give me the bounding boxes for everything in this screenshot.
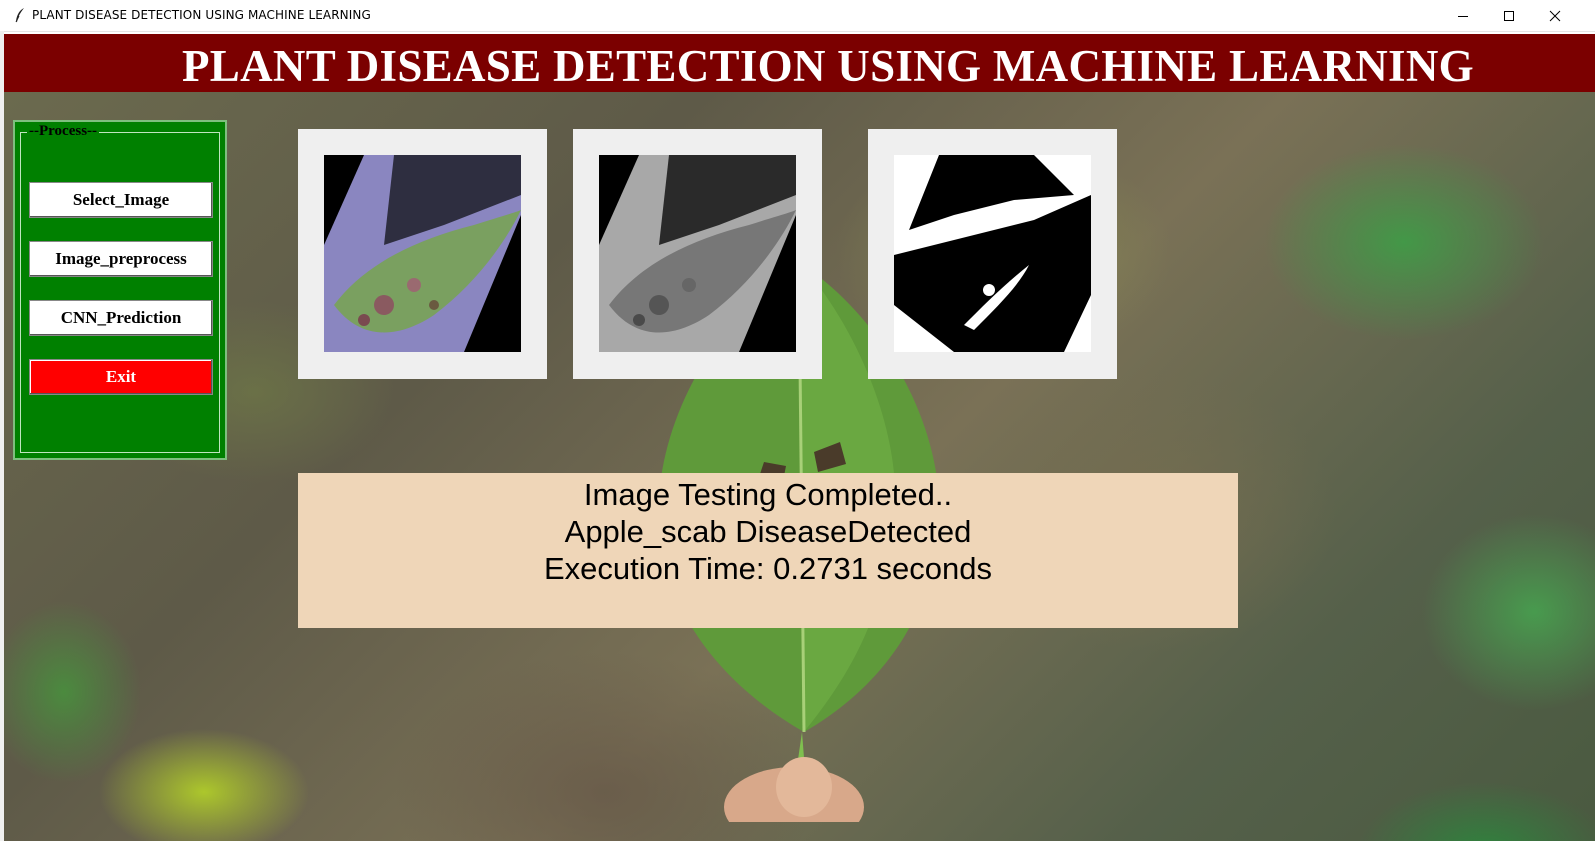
process-legend: --Process--	[27, 123, 100, 140]
result-time-text: Execution Time: 0.2731 seconds	[543, 551, 993, 586]
header-banner: PLANT DISEASE DETECTION USING MACHINE LE…	[4, 33, 1595, 92]
maximize-button[interactable]	[1486, 0, 1532, 31]
grayscale-leaf-image	[599, 155, 796, 352]
result-panel: Image Testing Completed.. Apple_scab Dis…	[298, 473, 1238, 628]
minimize-button[interactable]	[1440, 0, 1486, 31]
original-leaf-image	[324, 155, 521, 352]
window-titlebar: PLANT DISEASE DETECTION USING MACHINE LE…	[0, 0, 1595, 32]
feather-icon	[15, 8, 24, 23]
binary-image-frame	[868, 129, 1117, 379]
minimize-icon	[1458, 15, 1468, 17]
banner-title: PLANT DISEASE DETECTION USING MACHINE LE…	[182, 41, 1474, 91]
process-groove	[20, 132, 220, 453]
maximize-icon	[1504, 10, 1514, 21]
result-disease-text: Apple_scab DiseaseDetected	[564, 514, 972, 549]
image-preprocess-button[interactable]: Image_preprocess	[29, 241, 213, 277]
close-icon	[1549, 10, 1561, 21]
cnn-prediction-button[interactable]: CNN_Prediction	[29, 300, 213, 336]
window-title: PLANT DISEASE DETECTION USING MACHINE LE…	[32, 8, 371, 22]
result-status-text: Image Testing Completed..	[583, 477, 953, 512]
binary-threshold-image	[894, 155, 1091, 352]
exit-button[interactable]: Exit	[29, 359, 213, 395]
original-image-frame	[298, 129, 547, 379]
grayscale-image-frame	[573, 129, 822, 379]
process-panel: --Process-- Select_Image Image_preproces…	[13, 120, 227, 460]
select-image-button[interactable]: Select_Image	[29, 182, 213, 218]
close-button[interactable]	[1532, 0, 1578, 31]
